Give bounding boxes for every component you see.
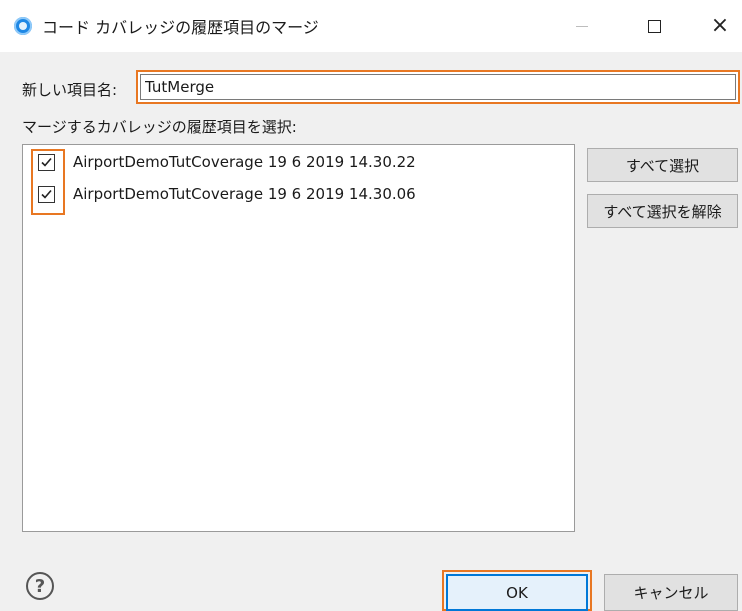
minimize-button[interactable]	[552, 0, 612, 52]
ok-button[interactable]: OK	[446, 574, 588, 611]
close-icon: ×	[710, 13, 730, 38]
history-item-checkbox[interactable]	[38, 185, 55, 203]
checkmark-icon	[41, 157, 52, 167]
minimize-icon	[576, 25, 588, 27]
new-item-name-label: 新しい項目名:	[22, 81, 118, 99]
window-title: コード カバレッジの履歴項目のマージ	[42, 18, 319, 37]
close-button[interactable]: ×	[690, 0, 742, 52]
title-bar: コード カバレッジの履歴項目のマージ ×	[0, 0, 742, 52]
select-history-label: マージするカバレッジの履歴項目を選択:	[22, 118, 297, 136]
cancel-button[interactable]: キャンセル	[604, 574, 738, 611]
maximize-button[interactable]	[624, 0, 684, 52]
checkmark-icon	[41, 189, 52, 199]
help-icon[interactable]: ?	[26, 572, 54, 600]
history-item-label: AirportDemoTutCoverage 19 6 2019 14.30.0…	[73, 185, 416, 203]
name-input-highlight	[136, 70, 740, 104]
list-item[interactable]: AirportDemoTutCoverage 19 6 2019 14.30.2…	[23, 148, 574, 176]
history-item-checkbox[interactable]	[38, 153, 55, 171]
history-item-label: AirportDemoTutCoverage 19 6 2019 14.30.2…	[73, 153, 416, 171]
new-item-name-input[interactable]	[140, 74, 736, 100]
deselect-all-button[interactable]: すべて選択を解除	[587, 194, 738, 228]
merge-dialog: コード カバレッジの履歴項目のマージ × 新しい項目名: マージするカバレッジの…	[0, 0, 742, 611]
select-all-button[interactable]: すべて選択	[587, 148, 738, 182]
list-item[interactable]: AirportDemoTutCoverage 19 6 2019 14.30.0…	[23, 180, 574, 208]
history-items-list[interactable]: AirportDemoTutCoverage 19 6 2019 14.30.2…	[22, 144, 575, 532]
maximize-icon	[647, 19, 661, 33]
app-icon	[14, 17, 32, 35]
